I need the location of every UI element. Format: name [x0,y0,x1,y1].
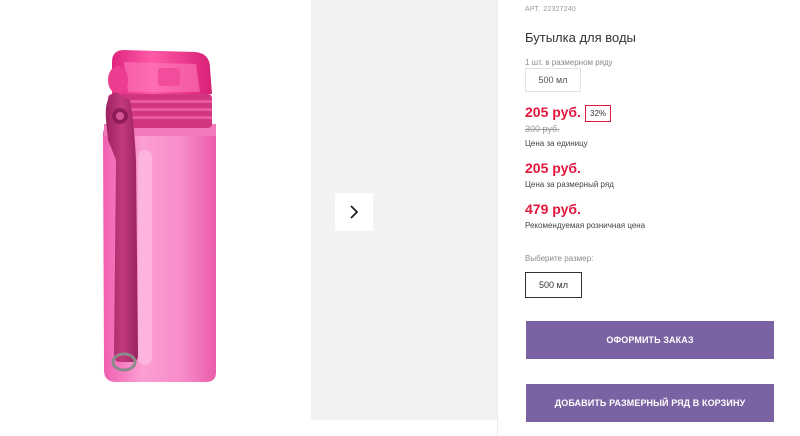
range-price-label: Цена за размерный ряд [525,180,614,189]
retail-price: 479 руб. [525,201,581,217]
product-gallery [0,0,497,436]
product-title: Бутылка для воды [525,30,636,45]
old-price: 300 руб. [525,124,560,134]
pack-size-value: 500 мл [525,68,581,92]
article-label: АРТ. [525,6,541,13]
range-price: 205 руб. [525,160,581,176]
water-bottle-image [103,50,216,382]
gallery-next-button[interactable] [335,193,373,231]
product-main-photo[interactable] [0,0,310,436]
retail-price-label: Рекомендуемая розничная цена [525,221,646,230]
article-number: АРТ. 22327240 [525,6,579,13]
article-value: 22327240 [543,6,577,13]
place-order-button[interactable]: ОФОРМИТЬ ЗАКАЗ [526,321,774,359]
add-to-cart-button[interactable]: ДОБАВИТЬ РАЗМЕРНЫЙ РЯД В КОРЗИНУ [526,384,774,422]
size-option-500ml[interactable]: 500 мл [525,272,582,298]
unit-price: 205 руб. [525,104,581,120]
panel-divider [497,0,498,436]
chevron-right-icon [350,205,359,219]
discount-badge: 32% [585,105,612,122]
pack-quantity-label: 1 шт. в размерном ряду [525,58,613,67]
size-select-label: Выберите размер: [525,254,594,263]
unit-price-label: Цена за единицу [525,139,588,148]
